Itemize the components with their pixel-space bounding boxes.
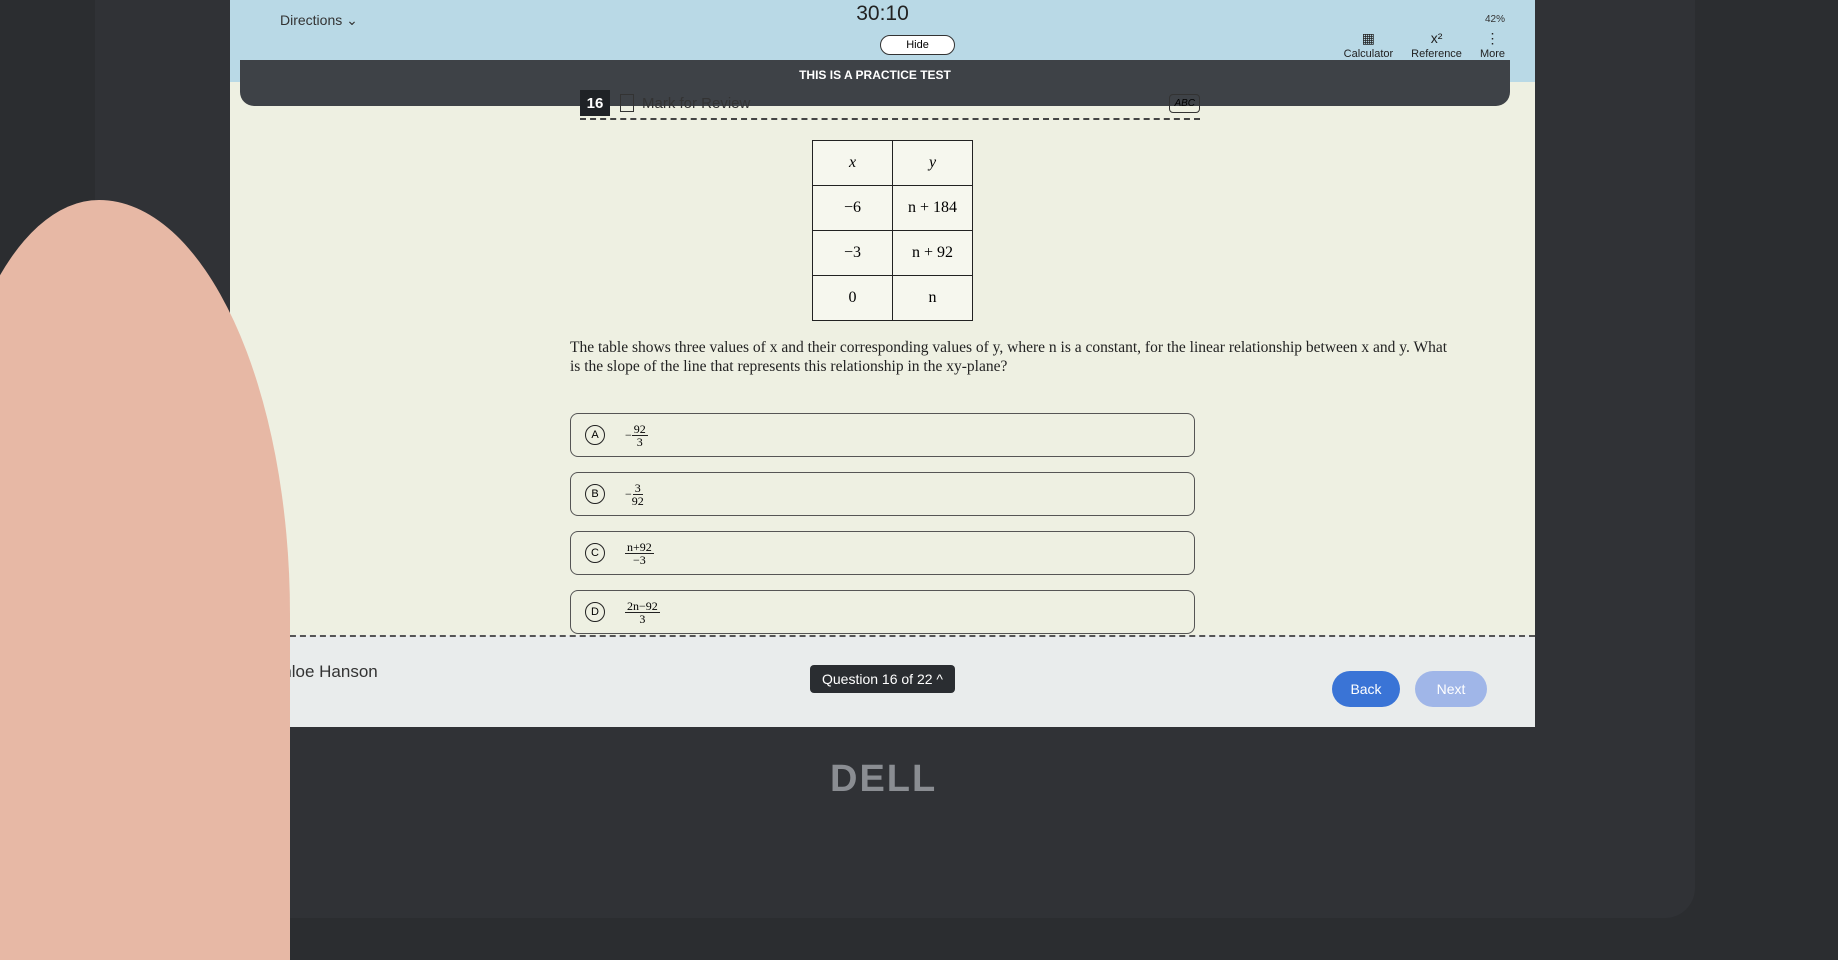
reference-button[interactable]: x² Reference xyxy=(1411,30,1462,60)
denominator: −3 xyxy=(633,552,646,567)
table-cell: 0 xyxy=(812,275,893,321)
sign: − xyxy=(625,427,632,442)
numerator: 3 xyxy=(632,480,643,495)
question-number: 16 xyxy=(580,90,610,116)
calculator-icon: ▦ xyxy=(1361,30,1376,46)
table-cell: n + 184 xyxy=(892,185,973,231)
denominator: 92 xyxy=(631,493,644,508)
table-header: x xyxy=(812,140,893,186)
values-table: xy −6 n + 184 −3 n + 92 0n xyxy=(812,140,973,321)
question-navigator-button[interactable]: Question 16 of 22 ^ xyxy=(810,665,955,693)
table-cell: n + 92 xyxy=(892,230,973,276)
choice-letter: B xyxy=(585,484,605,504)
table-cell: −6 xyxy=(812,185,893,231)
more-label: More xyxy=(1479,48,1505,60)
screen: Directions ⌄ 30:10 Hide 42% ▦ Calculator … xyxy=(230,0,1535,727)
choice-b[interactable]: B −3 92 xyxy=(570,472,1195,516)
more-icon: ⋮ xyxy=(1485,30,1500,46)
numerator: n+92 xyxy=(625,539,654,554)
more-button[interactable]: ⋮ More xyxy=(1480,30,1505,60)
dell-logo: DELL xyxy=(830,758,938,800)
reference-label: Reference xyxy=(1411,48,1462,60)
denominator: 3 xyxy=(639,611,646,626)
choice-value: n+92 −3 xyxy=(625,541,654,566)
hide-timer-button[interactable]: Hide xyxy=(880,35,955,55)
choice-letter: C xyxy=(585,543,605,563)
timer: 30:10 xyxy=(856,2,909,25)
back-button[interactable]: Back xyxy=(1332,671,1400,707)
calculator-button[interactable]: ▦ Calculator xyxy=(1344,30,1394,60)
sign: − xyxy=(625,486,632,501)
next-button[interactable]: Next xyxy=(1415,671,1487,707)
numerator: 2n−92 xyxy=(625,598,660,613)
bookmark-icon xyxy=(620,94,634,112)
battery-status: 42% xyxy=(1484,14,1505,25)
question-prompt: The table shows three values of x and th… xyxy=(570,339,1448,375)
calculator-label: Calculator xyxy=(1343,48,1394,60)
choice-c[interactable]: Cn+92 −3 xyxy=(570,531,1195,575)
choice-d[interactable]: D 2n−92 3 xyxy=(570,590,1195,634)
question-header: 16 Mark for Review ABC xyxy=(580,88,1200,120)
table-header: y xyxy=(892,140,973,186)
table-cell: −3 xyxy=(812,230,893,276)
footer-bar: Chloe Hanson Question 16 of 22 ^ Back Ne… xyxy=(230,635,1535,727)
reference-icon: x² xyxy=(1430,30,1443,46)
choice-a[interactable]: A −92 3 xyxy=(570,413,1195,457)
denominator: 3 xyxy=(636,434,643,449)
table-cell: n xyxy=(892,275,973,321)
numerator: 92 xyxy=(631,421,648,436)
mark-label: Mark for Review xyxy=(642,94,751,112)
choice-letter: A xyxy=(585,425,605,445)
answer-eliminator-button[interactable]: ABC xyxy=(1169,93,1200,113)
choice-letter: D xyxy=(585,602,605,622)
mark-for-review-toggle[interactable]: Mark for Review xyxy=(620,94,750,112)
choice-value: −3 92 xyxy=(625,482,644,507)
choice-value: −92 3 xyxy=(625,423,648,448)
choice-value: 2n−92 3 xyxy=(625,600,660,625)
